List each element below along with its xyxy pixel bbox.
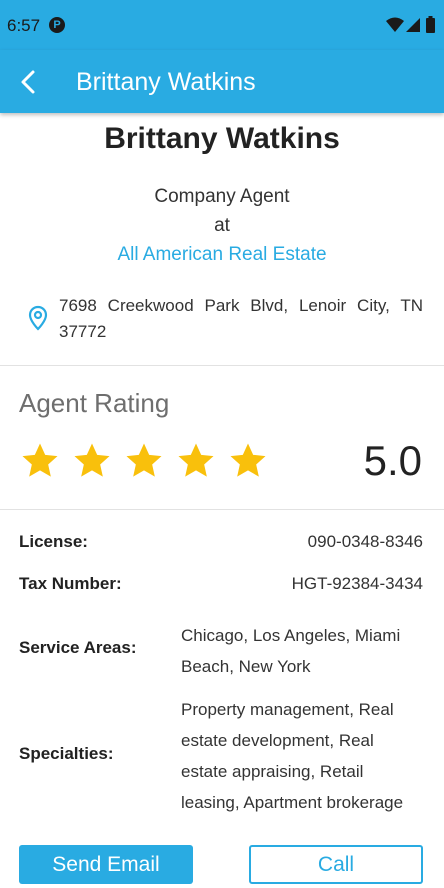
rating-label: Agent Rating bbox=[19, 388, 170, 418]
location-pin-icon bbox=[28, 305, 48, 331]
specialties-label: Specialties: bbox=[19, 744, 114, 763]
agent-name: Brittany Watkins bbox=[104, 122, 340, 155]
send-email-button[interactable]: Send Email bbox=[19, 845, 193, 884]
service-areas-value: Chicago, Los Angeles, Miami Beach, New Y… bbox=[181, 626, 401, 676]
star-icon bbox=[22, 443, 58, 477]
notification-icon: P bbox=[49, 17, 65, 33]
license-value: 090-0348-8346 bbox=[307, 532, 423, 551]
back-button[interactable] bbox=[12, 64, 46, 100]
company-link[interactable]: All American Real Estate bbox=[0, 244, 444, 266]
back-arrow-icon bbox=[21, 70, 35, 94]
divider bbox=[0, 365, 444, 366]
call-button[interactable]: Call bbox=[249, 845, 423, 884]
tax-number-value: HGT-92384-3434 bbox=[291, 574, 423, 593]
agent-at-text: at bbox=[214, 215, 230, 236]
status-bar: 6:57 P bbox=[0, 0, 444, 50]
specialties-value: Property management, Real estate develop… bbox=[181, 700, 404, 812]
star-icon bbox=[178, 443, 214, 477]
star-icon bbox=[74, 443, 110, 477]
agent-role: Company Agent bbox=[154, 186, 290, 207]
wifi-icon bbox=[386, 17, 404, 32]
rating-value: 5.0 bbox=[363, 437, 422, 484]
tax-number-label: Tax Number: bbox=[19, 574, 122, 593]
agent-address: 7698 Creekwood Park Blvd, Lenoir City, T… bbox=[59, 296, 423, 341]
status-time: 6:57 bbox=[7, 16, 41, 35]
status-icons bbox=[386, 16, 436, 34]
license-label: License: bbox=[19, 532, 88, 551]
signal-icon bbox=[406, 18, 420, 32]
app-bar-title: Brittany Watkins bbox=[76, 68, 256, 96]
battery-icon bbox=[426, 16, 435, 33]
star-icon bbox=[230, 443, 266, 477]
app-bar: Brittany Watkins bbox=[0, 50, 444, 113]
service-areas-label: Service Areas: bbox=[19, 638, 137, 657]
divider bbox=[0, 509, 444, 510]
star-icon bbox=[126, 443, 162, 477]
